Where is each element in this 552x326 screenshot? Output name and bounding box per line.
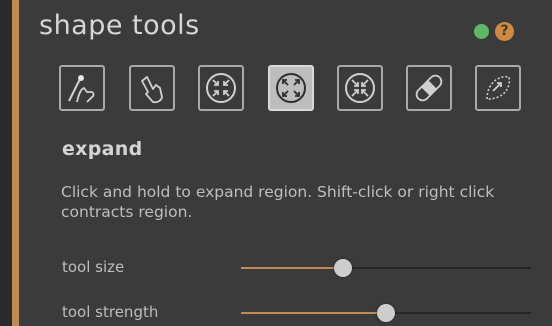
tool-button-contract[interactable] (337, 65, 383, 111)
tool-strength-slider[interactable] (241, 304, 531, 322)
panel-title: shape tools (39, 10, 200, 41)
shrink-arrows-icon (206, 73, 236, 103)
tool-strength-fill (241, 312, 386, 314)
tool-button-push[interactable] (129, 65, 175, 111)
expand-arrows-icon (276, 73, 306, 103)
tool-size-slider[interactable] (241, 259, 531, 277)
tool-strength-label: tool strength (62, 303, 159, 321)
panel-accent-bar (12, 0, 19, 326)
selected-tool-name: expand (62, 138, 143, 160)
smooth-brush-hand-icon (68, 75, 95, 103)
tool-button-smooth[interactable] (59, 65, 105, 111)
tool-size-thumb[interactable] (333, 259, 352, 277)
tool-size-label: tool size (62, 258, 125, 276)
tool-button-expand[interactable] (268, 65, 314, 111)
pointer-hand-icon (141, 76, 163, 104)
lasso-shape-icon (486, 75, 511, 100)
help-icon[interactable]: ? (495, 22, 514, 41)
tool-description: Click and hold to expand region. Shift-c… (61, 183, 495, 221)
tool-button-shrink[interactable] (198, 65, 244, 111)
tool-size-fill (241, 267, 343, 269)
shape-tools-panel: shape tools ? expand Click and hold to e… (19, 0, 552, 326)
contract-arrows-icon (345, 73, 375, 103)
bandage-icon (415, 74, 443, 102)
tool-strength-thumb[interactable] (377, 304, 395, 322)
status-indicator-icon (474, 24, 489, 39)
tool-button-repair[interactable] (406, 65, 452, 111)
window-edge (0, 0, 12, 326)
tool-button-lasso[interactable] (475, 65, 521, 111)
